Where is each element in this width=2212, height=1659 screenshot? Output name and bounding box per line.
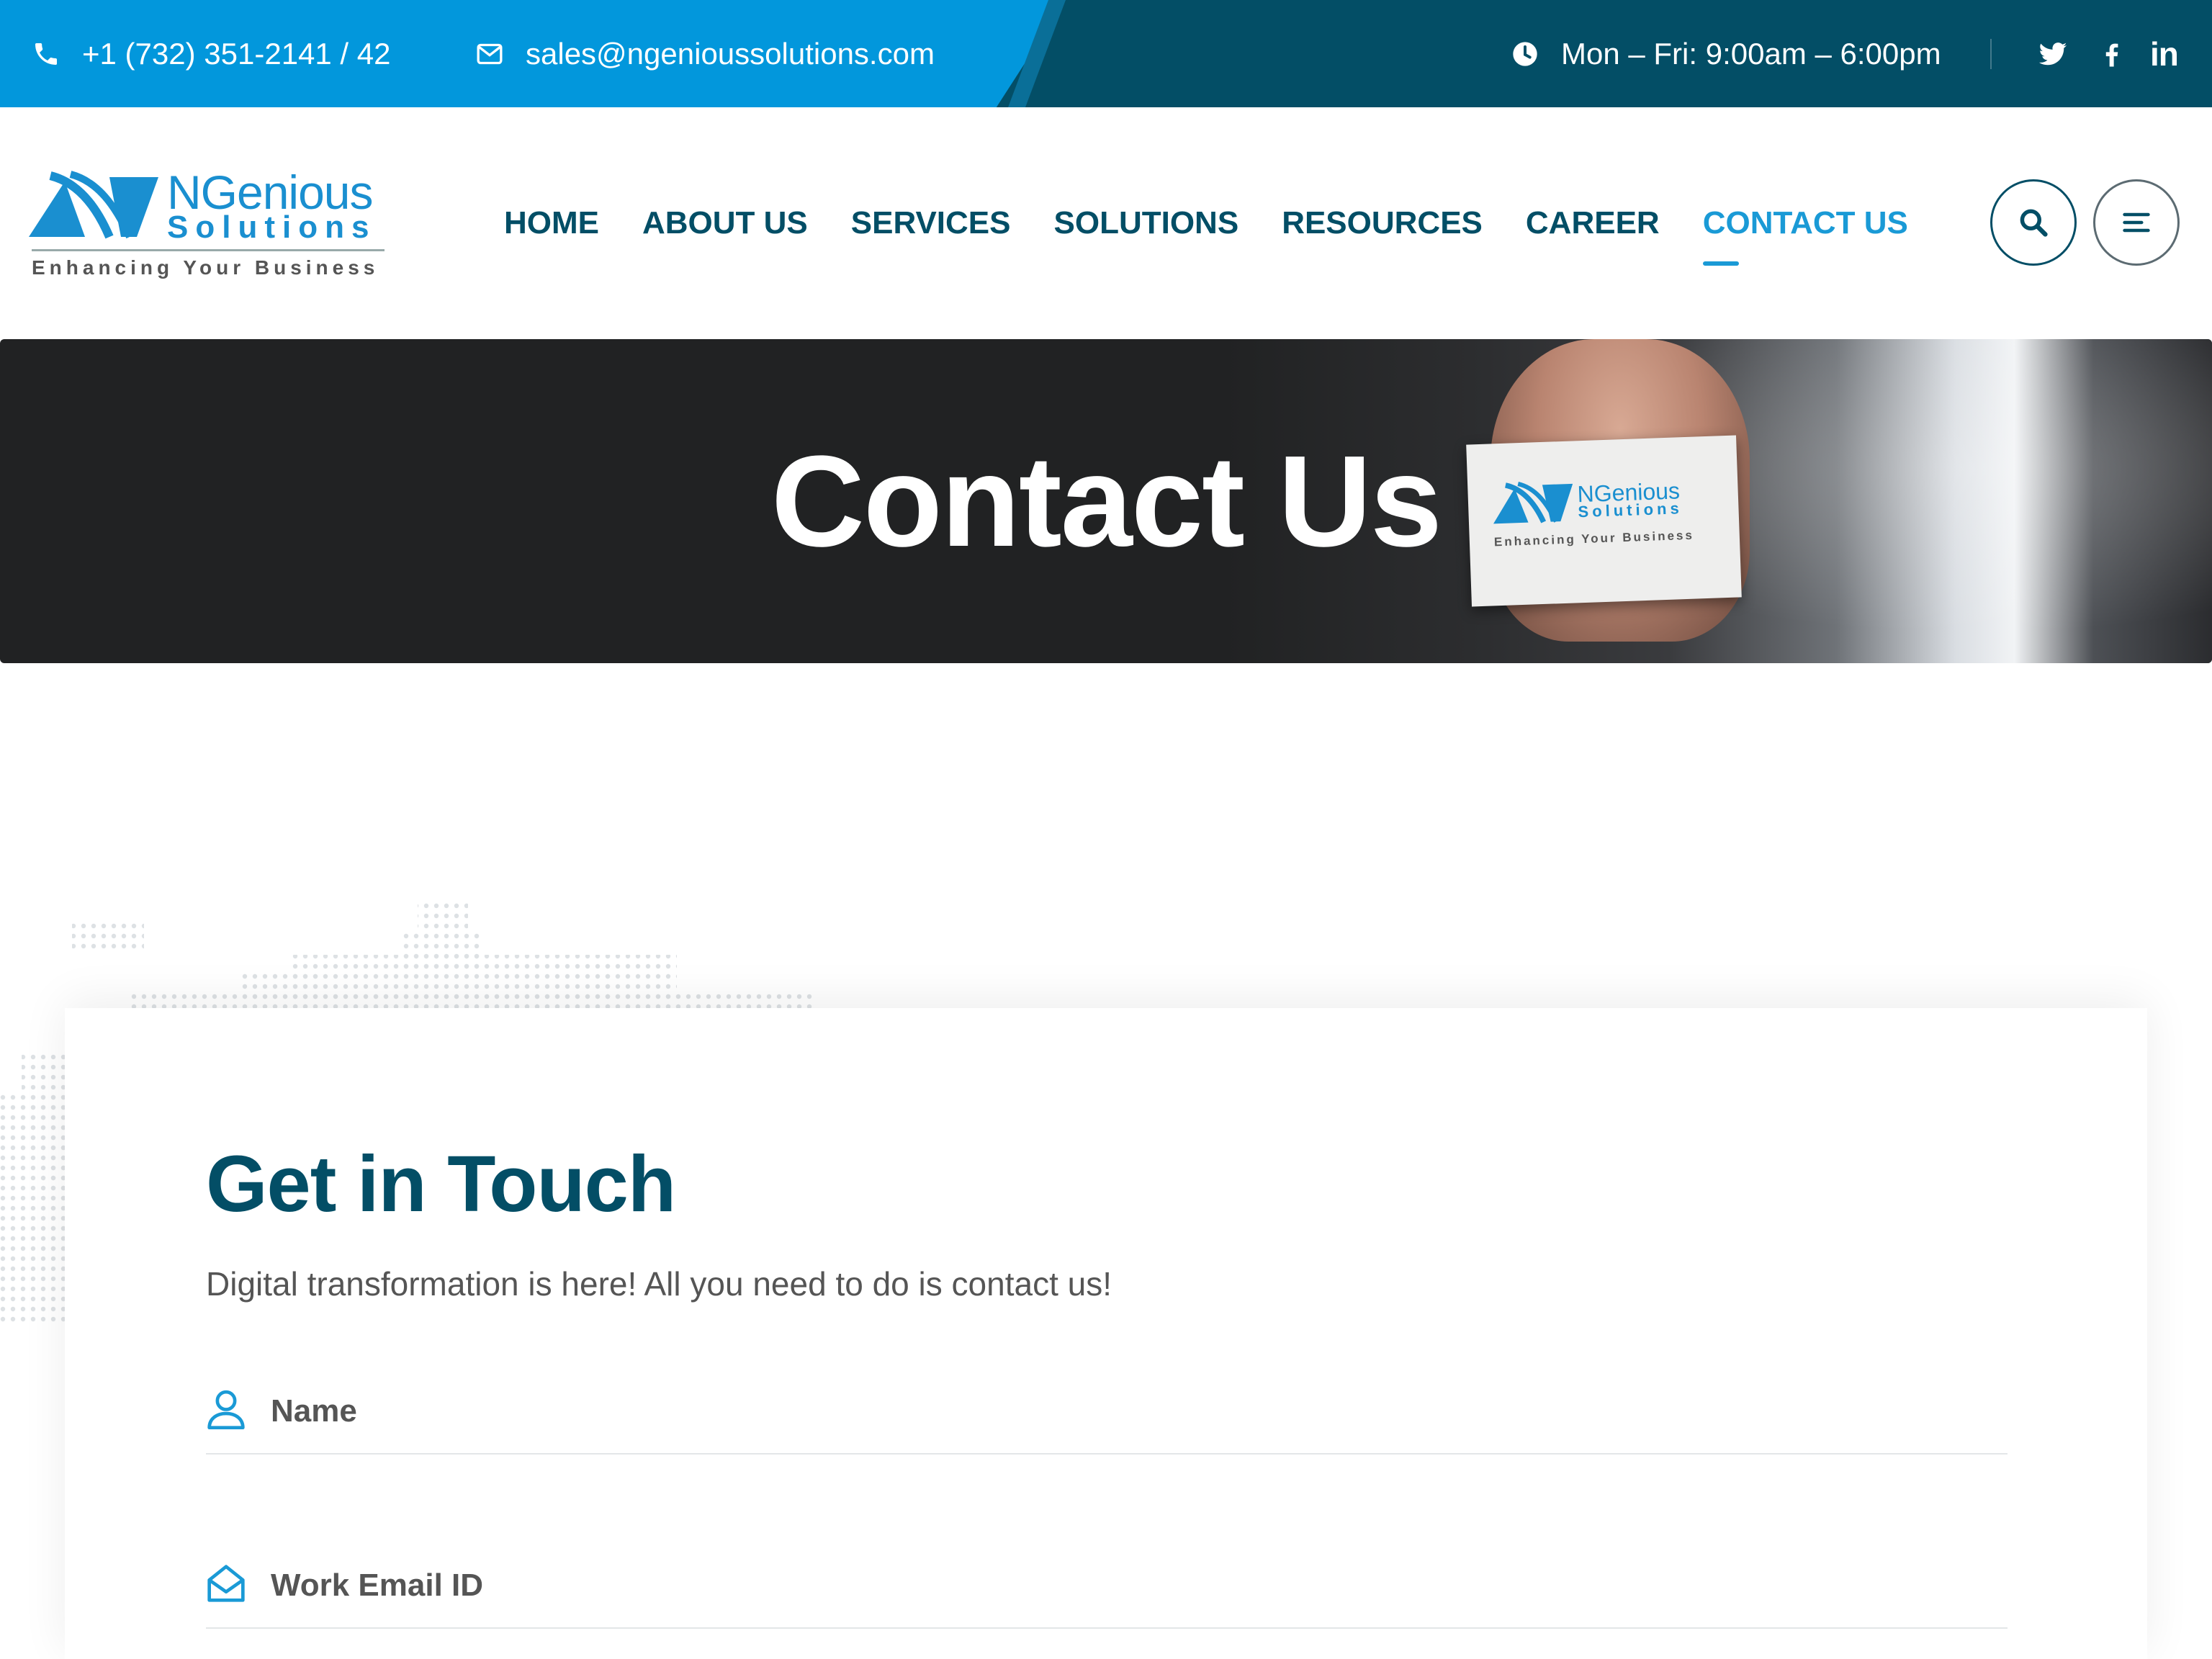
user-icon — [207, 1390, 245, 1429]
twitter-icon — [2038, 42, 2067, 65]
page-banner: NGenious Solutions Enhancing Your Busine… — [0, 339, 2212, 663]
email-address[interactable]: sales@ngenioussolutions.com — [526, 37, 935, 71]
phone-contact[interactable]: +1 (732) 351-2141 / 42 — [32, 0, 391, 107]
top-bar-divider — [1990, 39, 1992, 69]
logo-divider — [32, 249, 385, 251]
work-email-label: Work Email ID — [271, 1568, 484, 1603]
nav-services[interactable]: SERVICES — [851, 205, 1011, 241]
nav-resources[interactable]: RESOURCES — [1282, 205, 1483, 241]
email-contact[interactable]: sales@ngenioussolutions.com — [475, 0, 935, 107]
office-hours: Mon – Fri: 9:00am – 6:00pm — [1511, 0, 1941, 107]
nav-home[interactable]: HOME — [504, 205, 599, 241]
brand-tagline: Enhancing Your Business — [32, 256, 379, 279]
linkedin-icon: in — [2150, 35, 2179, 73]
facebook-link[interactable] — [2097, 0, 2127, 107]
logo-mark-icon — [29, 171, 158, 239]
menu-button[interactable] — [2093, 179, 2180, 266]
brand-sub: Solutions — [167, 210, 377, 245]
nav-contact-us[interactable]: CONTACT US — [1702, 205, 1908, 266]
nav-career[interactable]: CAREER — [1526, 205, 1660, 241]
phone-icon — [35, 42, 57, 65]
search-icon — [2020, 209, 2048, 237]
main-nav: HOME ABOUT US SERVICES SOLUTIONS RESOURC… — [504, 107, 1951, 339]
form-title: Get in Touch — [206, 1140, 676, 1228]
top-bar: +1 (732) 351-2141 / 42 sales@ngenioussol… — [0, 0, 2212, 107]
nav-solutions[interactable]: SOLUTIONS — [1054, 205, 1239, 241]
linkedin-link[interactable]: in — [2150, 0, 2179, 107]
brand-logo[interactable]: NGenious Solutions Enhancing Your Busine… — [29, 168, 389, 284]
hours-text: Mon – Fri: 9:00am – 6:00pm — [1561, 36, 1941, 71]
facebook-icon — [2105, 43, 2118, 66]
name-field[interactable]: Name — [206, 1375, 2008, 1455]
nav-about-us[interactable]: ABOUT US — [642, 205, 808, 241]
clock-icon — [1513, 41, 1537, 66]
form-subtitle: Digital transformation is here! All you … — [206, 1265, 1112, 1303]
twitter-link[interactable] — [2038, 0, 2068, 107]
site-header: NGenious Solutions Enhancing Your Busine… — [0, 107, 2212, 339]
envelope-open-icon — [207, 1565, 245, 1602]
phone-number[interactable]: +1 (732) 351-2141 / 42 — [82, 37, 391, 71]
name-label: Name — [271, 1393, 357, 1429]
contact-form-card: Get in Touch Digital transformation is h… — [65, 1008, 2147, 1659]
hamburger-menu-icon — [2123, 212, 2150, 233]
envelope-icon — [477, 43, 503, 64]
work-email-field[interactable]: Work Email ID — [206, 1550, 2008, 1629]
search-button[interactable] — [1990, 179, 2077, 266]
page-title: Contact Us — [770, 428, 1442, 574]
